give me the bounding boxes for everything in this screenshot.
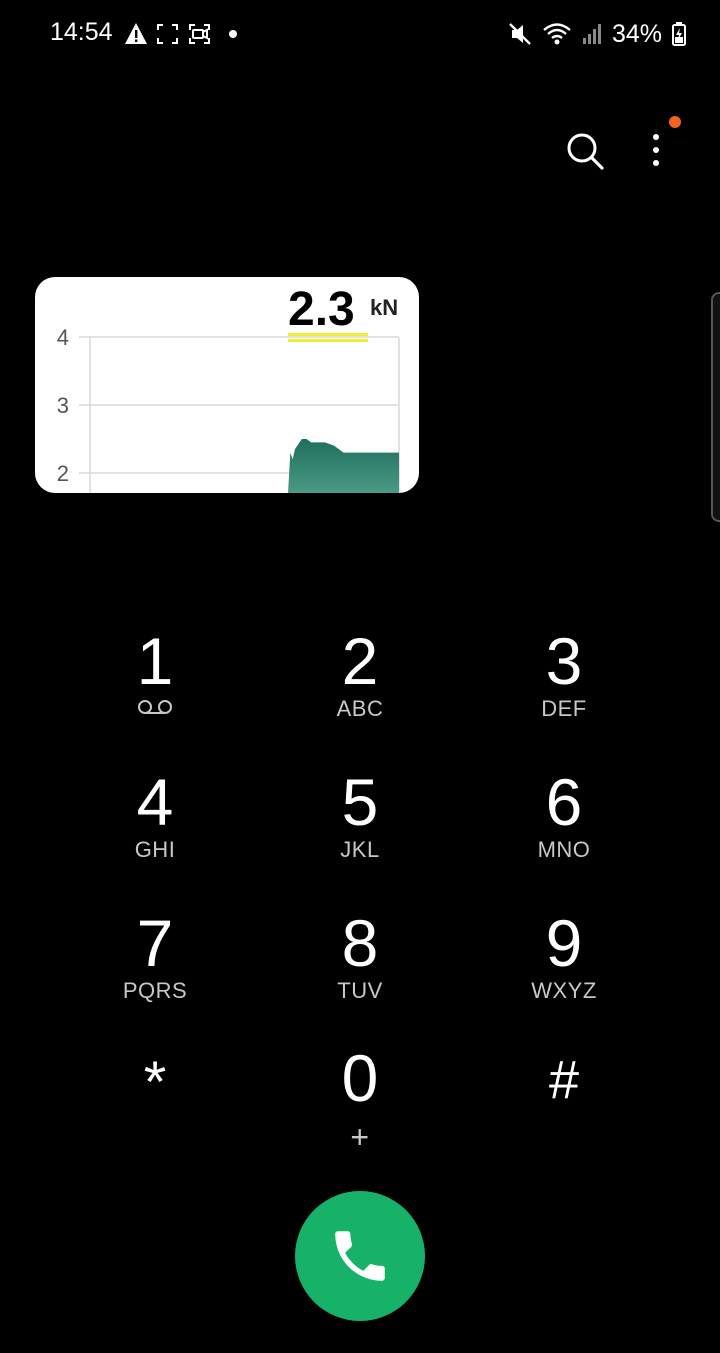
dot-icon [229,30,237,38]
key-letters: ABC [336,696,384,721]
key-digit: 6 [545,765,583,839]
y-tick-label: 4 [57,325,69,350]
key-digit: 8 [341,906,379,980]
screen-record-icon [189,24,210,44]
value-underline [288,333,368,342]
voicemail-icon [138,700,172,714]
more-vertical-icon [653,134,659,166]
force-meter-widget[interactable]: 4 3 2 [35,277,419,493]
key-8[interactable]: 8 TUV [265,910,455,1030]
key-digit: 7 [136,906,174,980]
key-letters: GHI [134,837,176,862]
key-letters: MNO [537,837,591,862]
force-chart: 4 3 2 [57,325,400,493]
key-letters: DEF [541,696,587,721]
y-tick-label: 3 [57,393,69,418]
key-digit: 5 [341,765,379,839]
key-letters: PQRS [122,978,188,1003]
wifi-icon [542,21,572,47]
key-digit: 0 [341,1041,379,1115]
key-5[interactable]: 5 JKL [265,769,455,889]
key-digit: * [143,1050,167,1115]
key-2[interactable]: 2 ABC [265,628,455,748]
force-unit: kN [370,295,399,320]
key-4[interactable]: 4 GHI [60,769,250,889]
key-letters: + [350,1119,370,1155]
status-right: 34% [508,18,686,50]
key-digit: 3 [545,624,583,698]
force-value: 2.3 [288,283,355,336]
battery-icon [672,22,686,46]
status-left-icons [124,20,244,48]
search-button[interactable] [562,128,608,174]
key-6[interactable]: 6 MNO [469,769,659,889]
status-bar: 14:54 34% [0,0,720,70]
key-digit: # [548,1050,580,1110]
edge-panel-handle[interactable] [711,292,720,522]
key-digit: 9 [545,906,583,980]
search-icon [567,133,604,170]
mute-icon [508,21,532,47]
key-3[interactable]: 3 DEF [469,628,659,748]
signal-icon [582,22,602,46]
screenshot-icon [157,24,178,44]
battery-percent: 34% [611,19,662,48]
key-letters: TUV [337,978,383,1003]
key-digit: 2 [341,624,379,698]
key-star[interactable]: * [60,1045,250,1165]
warning-icon [125,23,147,44]
force-area-series [288,439,399,493]
key-letters: WXYZ [531,978,597,1003]
more-options-button[interactable] [640,128,672,174]
key-letters: JKL [340,837,380,862]
key-hash[interactable]: # [469,1045,659,1165]
key-7[interactable]: 7 PQRS [60,910,250,1030]
key-9[interactable]: 9 WXYZ [469,910,659,1030]
call-button[interactable] [295,1191,425,1321]
key-0[interactable]: 0 + [265,1045,455,1165]
phone-icon [335,1231,385,1281]
key-digit: 4 [136,765,174,839]
y-tick-label: 2 [57,461,69,486]
key-1[interactable]: 1 [60,628,250,748]
notification-dot [669,116,681,128]
status-time: 14:54 [50,18,113,46]
key-digit: 1 [136,624,174,698]
